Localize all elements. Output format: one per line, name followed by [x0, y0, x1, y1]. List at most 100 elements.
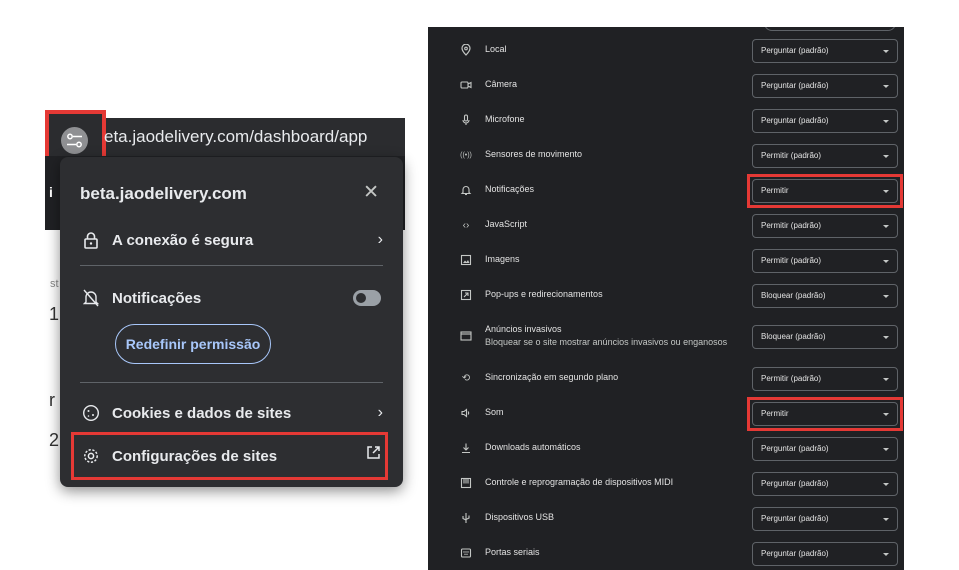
- popup-domain-title: beta.jaodelivery.com: [80, 184, 247, 203]
- permission-select[interactable]: Perguntar (padrão): [752, 437, 898, 461]
- background-text: 2: [49, 430, 60, 450]
- lock-icon: [80, 229, 102, 251]
- chevron-down-icon: [883, 295, 889, 298]
- connection-row[interactable]: A conexão é segura ›: [80, 227, 383, 253]
- speaker-icon: [458, 405, 474, 421]
- site-permissions-panel: Local Perguntar (padrão) Câmera Perguntar (…: [428, 27, 904, 570]
- permission-label: Microfone: [485, 114, 525, 124]
- chevron-down-icon: [883, 85, 889, 88]
- permission-label: Imagens: [485, 254, 520, 264]
- background-text: r: [49, 390, 55, 410]
- serial-port-icon: [458, 545, 474, 561]
- permission-select[interactable]: Perguntar (padrão): [752, 109, 898, 133]
- divider: [80, 265, 383, 266]
- sync-icon: ⟲: [461, 372, 471, 384]
- image-icon: [458, 252, 474, 268]
- url-text[interactable]: eta.jaodelivery.com/dashboard/app: [104, 127, 367, 147]
- permission-description: Bloquear se o site mostrar anúncios inva…: [485, 337, 728, 347]
- connection-label: A conexão é segura: [112, 231, 254, 249]
- tune-icon: [67, 133, 82, 148]
- chevron-down-icon: [883, 518, 889, 521]
- permission-label: Anúncios invasivos Bloquear se o site mos…: [485, 323, 727, 349]
- chevron-down-icon: [883, 50, 889, 53]
- highlight-box: [71, 432, 388, 480]
- location-pin-icon: [458, 42, 474, 58]
- permission-row: Downloads automáticos Perguntar (padrão): [428, 437, 904, 461]
- highlight-box: [747, 397, 903, 431]
- permission-select[interactable]: Permitir (padrão): [752, 214, 898, 238]
- midi-piano-icon: [458, 475, 474, 491]
- permission-label: Sensores de movimento: [485, 149, 583, 159]
- permission-select[interactable]: Permitir (padrão): [752, 144, 898, 168]
- bell-icon: [458, 182, 474, 198]
- close-icon[interactable]: ✕: [363, 181, 379, 204]
- chevron-down-icon: [883, 120, 889, 123]
- motion-sensor-icon: ((•)): [460, 151, 472, 159]
- top-button-edge[interactable]: [764, 27, 896, 31]
- permission-row: ⟲ Sincronização em segundo plano Permitir …: [428, 367, 904, 391]
- permission-label: Controle e reprogramação de dispositivos…: [485, 477, 674, 487]
- background-text: st: [50, 278, 59, 290]
- permission-select[interactable]: Perguntar (padrão): [752, 542, 898, 566]
- popup-icon: [458, 287, 474, 303]
- permission-label: Pop-ups e redirecionamentos: [485, 289, 603, 299]
- permission-title: Anúncios invasivos: [485, 324, 562, 334]
- download-icon: [458, 440, 474, 456]
- cookies-row[interactable]: Cookies e dados de sites ›: [80, 400, 383, 426]
- chevron-down-icon: [883, 553, 889, 556]
- permission-row: Câmera Perguntar (padrão): [428, 74, 904, 98]
- permission-select[interactable]: Perguntar (padrão): [752, 472, 898, 496]
- permission-select-value: Perguntar (padrão): [761, 46, 829, 55]
- chevron-down-icon: [883, 260, 889, 263]
- permission-select-value: Bloquear (padrão): [761, 291, 826, 300]
- background-text: i: [49, 184, 53, 200]
- permission-select-value: Perguntar (padrão): [761, 514, 829, 523]
- permission-select[interactable]: Permitir (padrão): [752, 367, 898, 391]
- permission-select-value: Permitir (padrão): [761, 256, 822, 265]
- permission-label: JavaScript: [485, 219, 528, 229]
- chevron-right-icon: ›: [377, 404, 383, 421]
- permission-select[interactable]: Perguntar (padrão): [752, 507, 898, 531]
- permission-select[interactable]: Bloquear (padrão): [752, 325, 898, 349]
- permission-row: Local Perguntar (padrão): [428, 39, 904, 63]
- permission-label: Som: [485, 407, 504, 417]
- permission-select[interactable]: Perguntar (padrão): [752, 74, 898, 98]
- notifications-toggle[interactable]: [353, 290, 381, 306]
- permission-select-value: Permitir (padrão): [761, 374, 822, 383]
- permission-select-value: Perguntar (padrão): [761, 81, 829, 90]
- bell-off-icon: [80, 287, 102, 309]
- chevron-down-icon: [883, 378, 889, 381]
- permission-select-value: Bloquear (padrão): [761, 332, 826, 341]
- permission-row: Anúncios invasivos Bloquear se o site mos…: [428, 323, 904, 349]
- cookie-icon: [80, 402, 102, 424]
- permission-label: Local: [485, 44, 507, 54]
- permission-label: Câmera: [485, 79, 518, 89]
- code-icon: ‹›: [462, 219, 470, 231]
- ads-window-icon: [458, 328, 474, 344]
- reset-permission-button[interactable]: Redefinir permissão: [115, 324, 271, 364]
- cookies-label: Cookies e dados de sites: [112, 404, 292, 422]
- permission-select[interactable]: Bloquear (padrão): [752, 284, 898, 308]
- permission-select-value: Perguntar (padrão): [761, 116, 829, 125]
- notifications-row: Notificações: [80, 285, 383, 311]
- divider: [80, 382, 383, 383]
- permission-select[interactable]: Permitir (padrão): [752, 249, 898, 273]
- permission-select[interactable]: Perguntar (padrão): [752, 39, 898, 63]
- highlight-box: [747, 174, 903, 208]
- permission-select-value: Perguntar (padrão): [761, 444, 829, 453]
- usb-icon: [458, 510, 474, 526]
- permission-label: Notificações: [485, 184, 535, 194]
- permission-label: Downloads automáticos: [485, 442, 581, 452]
- permission-row: Imagens Permitir (padrão): [428, 249, 904, 273]
- permission-label: Portas seriais: [485, 547, 540, 557]
- chevron-down-icon: [883, 155, 889, 158]
- notifications-label: Notificações: [112, 289, 202, 307]
- permission-row: Portas seriais Perguntar (padrão): [428, 542, 904, 566]
- camera-icon: [458, 77, 474, 93]
- chevron-down-icon: [883, 336, 889, 339]
- chevron-down-icon: [883, 448, 889, 451]
- permission-row: Pop-ups e redirecionamentos Bloquear (pad…: [428, 284, 904, 308]
- chevron-right-icon: ›: [377, 231, 383, 248]
- permission-select-value: Permitir (padrão): [761, 221, 822, 230]
- site-info-popup: beta.jaodelivery.com ✕ A conexão é segur…: [60, 157, 403, 487]
